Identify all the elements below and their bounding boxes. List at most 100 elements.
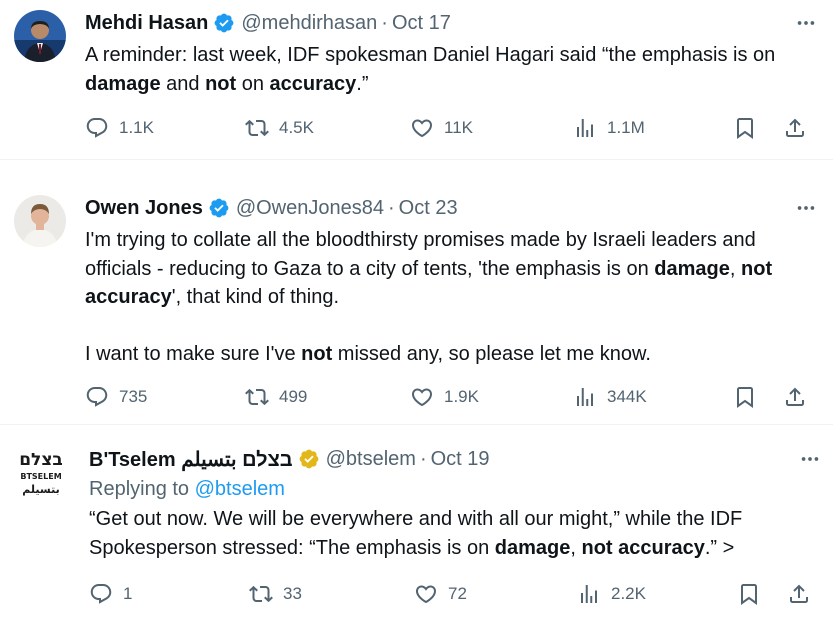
text-run: , bbox=[570, 536, 582, 559]
tweet-text-line bbox=[85, 312, 813, 340]
retweet-button[interactable]: 4.5K bbox=[245, 116, 314, 140]
reply-icon bbox=[86, 387, 108, 407]
reply-button[interactable]: 1.1K bbox=[85, 116, 154, 140]
views-button[interactable]: 344K bbox=[573, 385, 647, 409]
more-icon[interactable] bbox=[791, 193, 821, 223]
tweet-3[interactable]: בצלם BTSELEM بتسيلم B'Tselem בצלם بتسيلم… bbox=[0, 426, 833, 621]
bold-text: accuracy bbox=[269, 72, 357, 95]
views-icon bbox=[577, 119, 593, 137]
tweet-text-line: I want to make sure I've not missed any,… bbox=[85, 340, 813, 369]
avatar[interactable] bbox=[14, 10, 66, 62]
share-button[interactable] bbox=[783, 385, 807, 409]
tweet-text-line: A reminder: last week, IDF spokesman Dan… bbox=[85, 41, 813, 70]
like-count: 72 bbox=[448, 584, 467, 603]
retweet-button[interactable]: 33 bbox=[249, 582, 302, 606]
text-run: on bbox=[236, 72, 270, 95]
reply-button[interactable]: 735 bbox=[85, 385, 147, 409]
views-count: 2.2K bbox=[611, 584, 646, 603]
tweet-header: B'Tselem בצלם بتسيلم @btselem · Oct 19 bbox=[89, 444, 813, 474]
retweet-icon bbox=[245, 119, 269, 137]
bold-text: damage bbox=[654, 257, 730, 280]
action-bar: 1 33 72 2.2K bbox=[89, 576, 811, 612]
share-button[interactable] bbox=[787, 582, 811, 606]
action-bar: 735 499 1.9K 344K bbox=[85, 379, 811, 415]
tweet-text-line: Spokesperson stressed: “The emphasis is … bbox=[89, 534, 813, 563]
text-run: and bbox=[160, 72, 206, 95]
retweet-count: 33 bbox=[283, 584, 302, 603]
bold-text: not accuracy bbox=[581, 536, 705, 559]
text-run: I'm trying to collate all the bloodthirs… bbox=[85, 229, 756, 251]
avatar[interactable] bbox=[14, 195, 66, 247]
views-count: 344K bbox=[607, 387, 647, 406]
like-icon bbox=[415, 585, 437, 604]
more-icon[interactable] bbox=[791, 8, 821, 38]
like-button[interactable]: 11K bbox=[410, 116, 473, 140]
reply-count: 1.1K bbox=[119, 118, 154, 137]
tweet-1[interactable]: Mehdi Hasan @mehdirhasan · Oct 17 A remi… bbox=[0, 0, 833, 160]
tweet-text-line: officials - reducing to Gaza to a city o… bbox=[85, 255, 813, 284]
author-handle[interactable]: @OwenJones84 bbox=[236, 197, 384, 220]
text-run: I want to make sure I've bbox=[85, 342, 302, 365]
text-run: officials - reducing to Gaza to a city o… bbox=[85, 257, 655, 280]
views-icon bbox=[577, 388, 593, 406]
reply-icon bbox=[86, 118, 108, 138]
text-run: A reminder: last week, IDF spokesman Dan… bbox=[85, 44, 776, 66]
author-name[interactable]: Owen Jones bbox=[85, 197, 203, 220]
bookmark-button[interactable] bbox=[737, 582, 761, 606]
reply-count: 1 bbox=[123, 584, 133, 603]
author-name[interactable]: B'Tselem בצלם بتسيلم bbox=[89, 447, 293, 472]
btselem-logo[interactable]: בצלם BTSELEM بتسيلم bbox=[14, 446, 68, 502]
bookmark-icon bbox=[741, 584, 757, 605]
text-run: Spokesperson stressed: “The emphasis is … bbox=[89, 536, 495, 559]
bold-text: not bbox=[205, 72, 237, 95]
retweet-count: 499 bbox=[279, 387, 308, 406]
tweet-date[interactable]: Oct 17 bbox=[392, 12, 451, 35]
verified-icon bbox=[213, 12, 235, 34]
reply-button[interactable]: 1 bbox=[89, 582, 132, 606]
tweet-text: “Get out now. We will be everywhere and … bbox=[89, 505, 813, 562]
tweet-text-line: damage and not on accuracy.” bbox=[85, 70, 813, 99]
verified-icon bbox=[298, 448, 320, 470]
like-button[interactable]: 72 bbox=[414, 582, 467, 606]
retweet-button[interactable]: 499 bbox=[245, 385, 307, 409]
separator-dot: · bbox=[419, 447, 427, 470]
bookmark-button[interactable] bbox=[733, 116, 757, 140]
views-count: 1.1M bbox=[607, 118, 645, 137]
views-button[interactable]: 1.1M bbox=[573, 116, 645, 140]
bookmark-icon bbox=[737, 118, 753, 139]
logo-arabic: بتسيلم bbox=[22, 483, 59, 496]
tweet-text-line: “Get out now. We will be everywhere and … bbox=[89, 505, 813, 534]
like-count: 1.9K bbox=[444, 387, 479, 406]
author-handle[interactable]: @btselem bbox=[326, 448, 416, 471]
bold-text: not bbox=[301, 342, 333, 365]
tweet-text: A reminder: last week, IDF spokesman Dan… bbox=[85, 41, 813, 98]
separator-dot: · bbox=[381, 11, 388, 34]
views-button[interactable]: 2.2K bbox=[577, 582, 646, 606]
verified-icon bbox=[208, 197, 230, 219]
logo-latin: BTSELEM bbox=[20, 472, 61, 481]
author-handle[interactable]: @mehdirhasan bbox=[241, 12, 377, 35]
like-button[interactable]: 1.9K bbox=[410, 385, 479, 409]
views-icon bbox=[581, 585, 597, 603]
action-bar: 1.1K 4.5K 11K 1.1M bbox=[85, 110, 811, 146]
replying-prefix: Replying to bbox=[89, 478, 195, 500]
tweet-2[interactable]: Owen Jones @OwenJones84 · Oct 23 I'm try… bbox=[0, 161, 833, 425]
bookmark-icon bbox=[737, 387, 753, 408]
logo-hebrew: בצלם bbox=[19, 450, 63, 470]
bookmark-button[interactable] bbox=[733, 385, 757, 409]
tweet-header: Mehdi Hasan @mehdirhasan · Oct 17 bbox=[85, 8, 813, 38]
reply-icon bbox=[90, 584, 112, 604]
author-name[interactable]: Mehdi Hasan bbox=[85, 12, 208, 35]
tweet-date[interactable]: Oct 23 bbox=[399, 197, 458, 220]
share-icon bbox=[790, 584, 808, 603]
replying-handle-link[interactable]: @btselem bbox=[195, 478, 285, 500]
more-icon[interactable] bbox=[795, 444, 825, 474]
share-button[interactable] bbox=[783, 116, 807, 140]
retweet-icon bbox=[245, 388, 269, 406]
text-run: .” bbox=[356, 72, 369, 95]
text-run: .” > bbox=[704, 536, 735, 559]
tweet-date[interactable]: Oct 19 bbox=[431, 448, 490, 471]
text-run: missed any, so please let me know. bbox=[332, 342, 651, 365]
separator-dot: · bbox=[387, 196, 395, 219]
reply-count: 735 bbox=[119, 387, 148, 406]
